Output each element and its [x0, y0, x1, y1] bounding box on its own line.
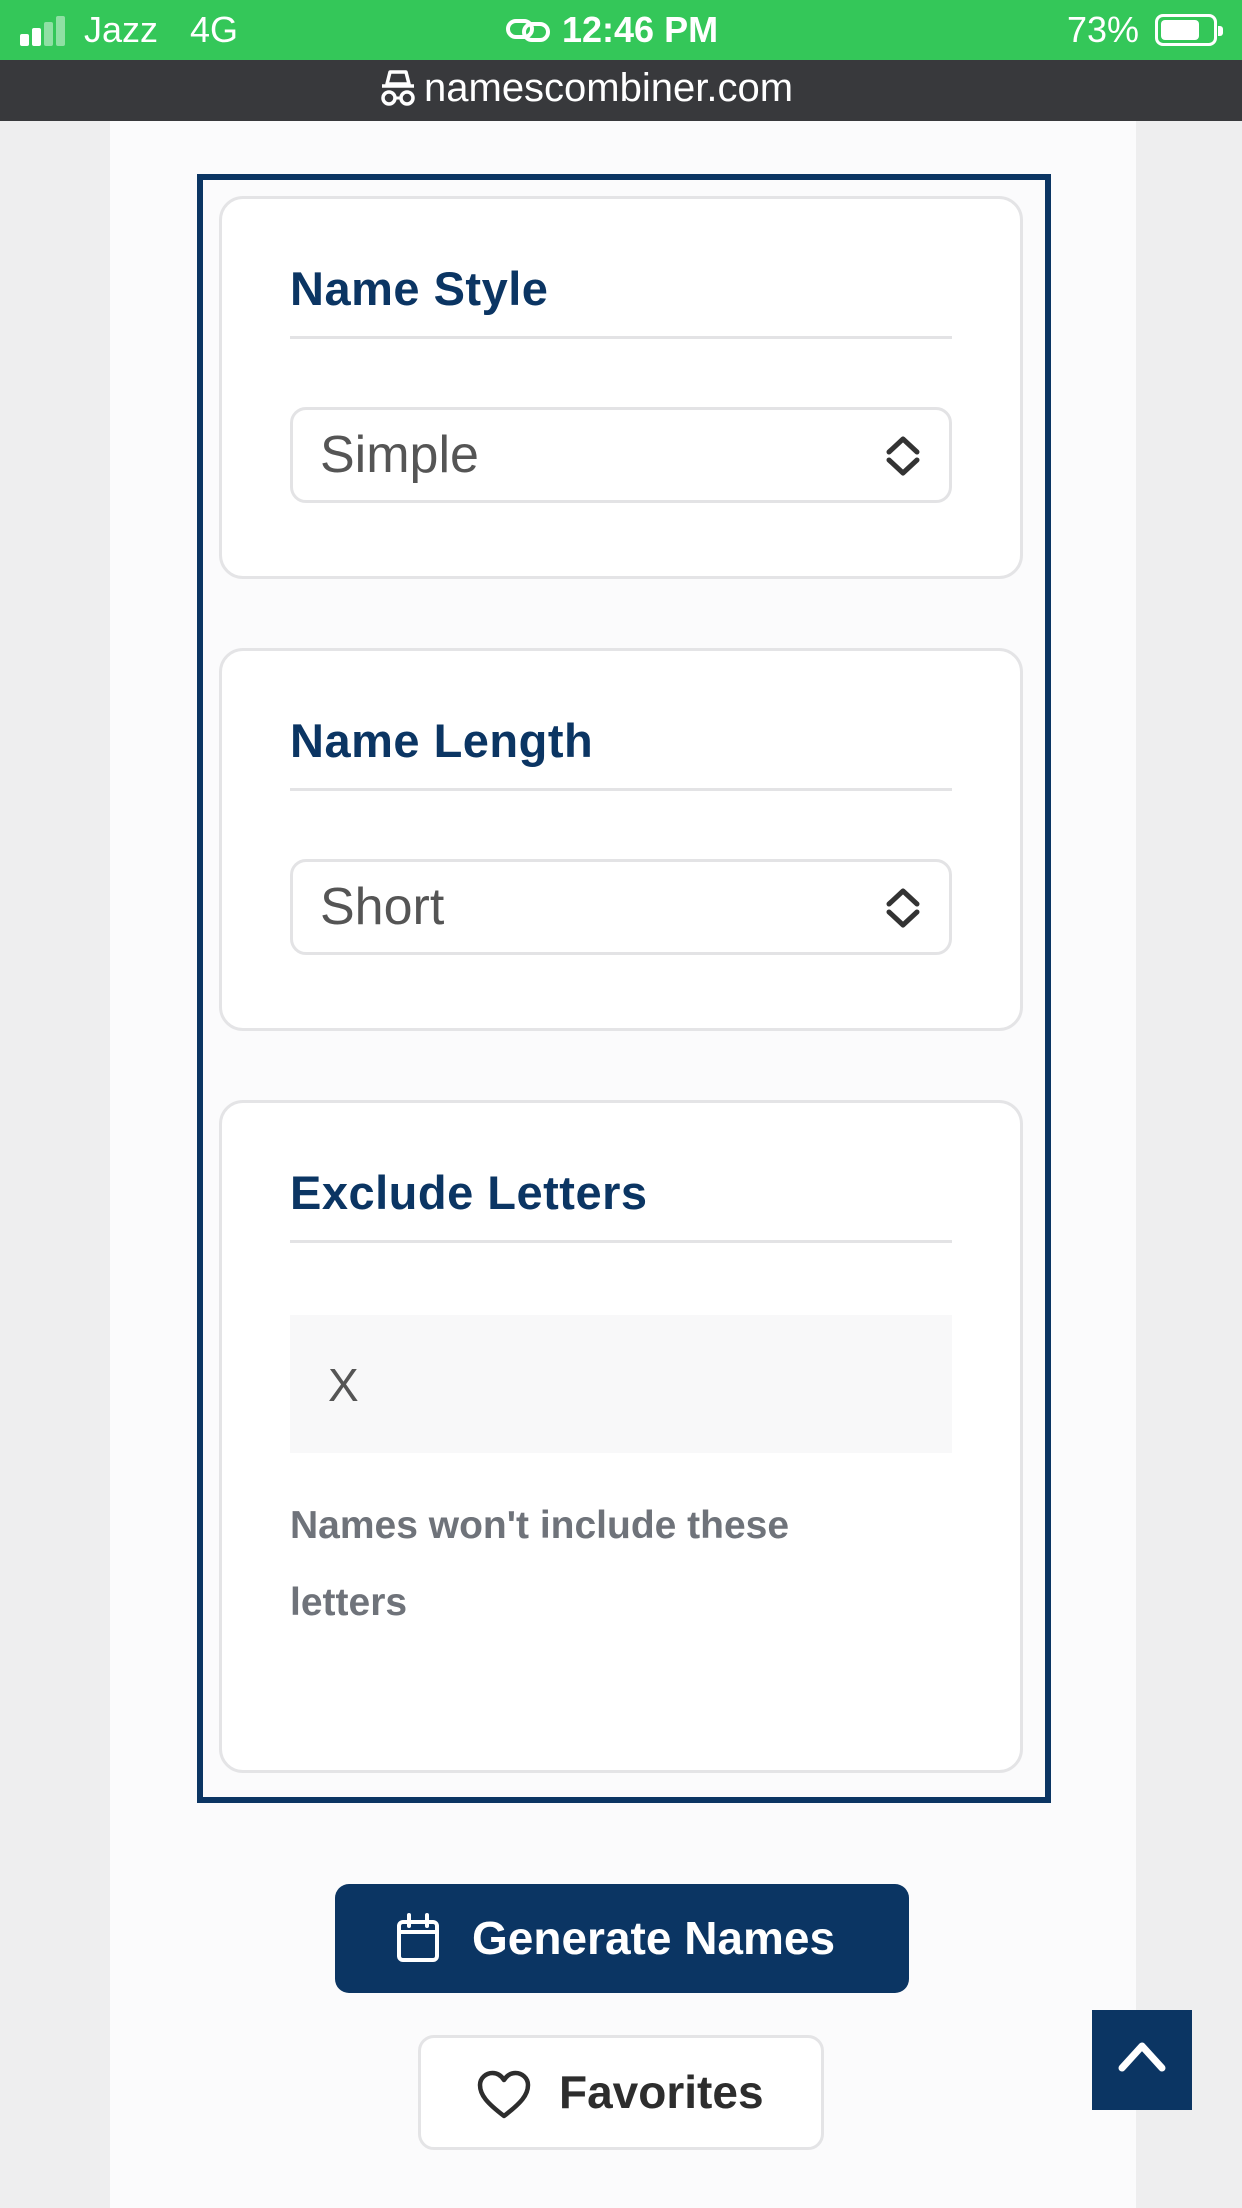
chevron-updown-icon	[886, 888, 920, 928]
favorites-button[interactable]: Favorites	[418, 2035, 824, 2150]
name-length-title: Name Length	[290, 691, 952, 791]
page-content: Name Style Simple Name Length Short Excl…	[110, 121, 1136, 2208]
clock: 12:46 PM	[562, 9, 719, 50]
url-text: namescombiner.com	[424, 66, 794, 110]
address-bar[interactable]: namescombiner.com	[0, 60, 1242, 121]
battery-percent: 73%	[1067, 9, 1140, 50]
incognito-icon	[381, 70, 415, 106]
exclude-letters-input[interactable]: X	[290, 1315, 952, 1453]
chevron-up-icon	[1118, 2042, 1166, 2072]
network-type: 4G	[190, 9, 239, 50]
status-bar: Jazz 4G 12:46 PM 73%	[0, 0, 1242, 60]
heart-icon	[477, 2070, 531, 2119]
name-length-card: Name Length Short	[219, 648, 1023, 1031]
generate-names-label: Generate Names	[472, 1912, 836, 1964]
name-style-value: Simple	[320, 426, 479, 484]
favorites-label: Favorites	[559, 2066, 764, 2118]
exclude-letters-title: Exclude Letters	[290, 1143, 952, 1243]
scroll-to-top-button[interactable]	[1092, 2010, 1192, 2110]
options-panel: Name Style Simple Name Length Short Excl…	[197, 174, 1051, 1803]
calendar-icon	[397, 1913, 439, 1962]
name-style-card: Name Style Simple	[219, 196, 1023, 579]
name-length-value: Short	[320, 878, 445, 936]
exclude-letters-card: Exclude Letters X Names won't include th…	[219, 1100, 1023, 1773]
name-length-select[interactable]: Short	[290, 859, 952, 955]
name-style-title: Name Style	[290, 239, 952, 339]
battery-icon	[1155, 14, 1223, 46]
link-icon	[506, 19, 550, 42]
exclude-letters-help: Names won't include these letters	[290, 1504, 790, 1624]
signal-icon	[20, 16, 68, 46]
carrier-name: Jazz	[84, 9, 159, 50]
name-style-select[interactable]: Simple	[290, 407, 952, 503]
generate-names-button[interactable]: Generate Names	[335, 1884, 909, 1993]
exclude-letters-value: X	[328, 1359, 359, 1411]
chevron-updown-icon	[886, 436, 920, 476]
